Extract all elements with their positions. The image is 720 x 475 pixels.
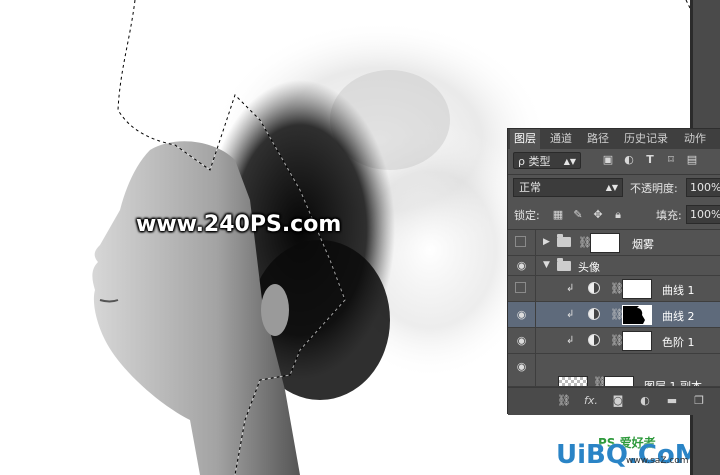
lock-pixels-icon[interactable]: ✎	[571, 208, 585, 222]
group-mask-thumbnail[interactable]	[590, 233, 620, 253]
folder-icon	[557, 258, 571, 271]
layer-name[interactable]: 色阶 1	[662, 334, 695, 350]
eye-icon[interactable]: ◉	[515, 259, 528, 272]
column-divider	[535, 302, 536, 328]
clipping-arrow-icon: ↲	[566, 309, 575, 320]
folder-icon[interactable]: ▬	[664, 393, 680, 409]
tab-history[interactable]: 历史记录	[620, 129, 672, 149]
panel-tabbar: 图层 通道 路径 历史记录 动作	[508, 129, 720, 149]
new-layer-icon[interactable]: ❐	[691, 393, 707, 409]
link-icon[interactable]: ⛓	[556, 393, 572, 409]
tab-channels[interactable]: 通道	[546, 129, 576, 149]
layer-filter-select[interactable]: ρ 类型 ▲▼	[513, 152, 581, 169]
layer-name[interactable]: 头像	[578, 259, 600, 275]
folder-icon	[557, 234, 571, 247]
column-divider	[535, 256, 536, 276]
lock-row: 锁定: ▦ ✎ ✥ 🔒︎ 填充: 100%	[508, 202, 720, 228]
column-divider	[535, 276, 536, 302]
layer-row-portrait-group[interactable]: ◉ ▼ 头像	[508, 256, 720, 276]
expand-triangle-icon[interactable]: ▶	[543, 237, 550, 247]
visibility-toggle-off[interactable]	[515, 236, 526, 247]
adjustment-layer-icon[interactable]	[588, 282, 600, 294]
tab-layers[interactable]: 图层	[510, 129, 540, 149]
mask-shape	[637, 306, 651, 324]
layer-mask-thumbnail[interactable]	[622, 331, 652, 351]
column-divider	[535, 328, 536, 354]
blend-mode-select[interactable]: 正常 ▲▼	[513, 178, 623, 197]
collapse-triangle-icon[interactable]: ▼	[543, 260, 550, 270]
layer-row-curves-1[interactable]: ↲ ⛓ 曲线 1	[508, 276, 720, 302]
eye-icon[interactable]: ◉	[515, 360, 528, 373]
layer-mask-thumbnail[interactable]	[604, 376, 634, 386]
layer-mask-thumbnail-selected[interactable]	[622, 305, 652, 325]
site-logo-subtext: www.saZ.com	[626, 456, 689, 466]
visibility-toggle-off[interactable]	[515, 282, 526, 293]
eye-icon[interactable]: ◉	[515, 334, 528, 347]
shape-filter-icon[interactable]: ⌑	[664, 153, 678, 167]
blend-row: 正常 ▲▼ 不透明度: 100%	[508, 175, 720, 201]
chevron-updown-icon: ▲▼	[605, 183, 618, 192]
layer-row-smoke-group[interactable]: ▶ ⛓ 烟雾	[508, 230, 720, 256]
lock-label: 锁定:	[514, 209, 540, 222]
watermark-text: www.240PS.com	[136, 212, 342, 237]
layer-name[interactable]: 曲线 2	[662, 308, 695, 324]
site-logo: UiBQ.CoM www.saZ.com	[556, 440, 690, 470]
layer-row-layer-1-copy[interactable]: ◉ ⛓ 图层 1 副本	[508, 354, 720, 387]
type-filter-icon[interactable]: T	[643, 153, 657, 167]
eye-icon[interactable]: ◉	[515, 308, 528, 321]
lock-all-icon[interactable]: 🔒︎	[611, 208, 625, 222]
fx-icon[interactable]: fx.	[583, 393, 599, 409]
column-divider	[535, 354, 536, 386]
clipping-arrow-icon: ↲	[566, 335, 575, 346]
adjustment-icon[interactable]: ◐	[637, 393, 653, 409]
tab-actions[interactable]: 动作	[680, 129, 710, 149]
blend-mode-value: 正常	[519, 181, 541, 194]
layer-row-curves-2[interactable]: ◉ ↲ ⛓ 曲线 2	[508, 302, 720, 328]
layer-name[interactable]: 图层 1 副本	[644, 378, 702, 386]
opacity-input[interactable]: 100%	[686, 178, 720, 197]
fill-label: 填充:	[656, 209, 682, 222]
opacity-label: 不透明度:	[630, 182, 678, 195]
mask-icon[interactable]: ◙	[610, 393, 626, 409]
smart-object-filter-icon[interactable]: ▤	[685, 153, 699, 167]
chevron-updown-icon: ▲▼	[563, 157, 576, 166]
layer-name[interactable]: 烟雾	[632, 236, 654, 252]
layer-thumbnail[interactable]	[558, 376, 588, 386]
adjustment-layer-icon[interactable]	[588, 308, 600, 320]
filter-kind-label: ρ 类型	[518, 155, 551, 168]
tab-paths[interactable]: 路径	[583, 129, 613, 149]
layers-panel: 图层 通道 路径 历史记录 动作 ρ 类型 ▲▼ ▣ ◐ T ⌑ ▤ 正常 ▲▼…	[507, 128, 720, 415]
column-divider	[535, 230, 536, 256]
layer-mask-thumbnail[interactable]	[622, 279, 652, 299]
layer-row-levels-1[interactable]: ◉ ↲ ⛓ 色阶 1	[508, 328, 720, 354]
adjustment-layer-icon[interactable]	[588, 334, 600, 346]
fill-input[interactable]: 100%	[686, 205, 720, 224]
lock-position-icon[interactable]: ✥	[591, 208, 605, 222]
clipping-arrow-icon: ↲	[566, 283, 575, 294]
lock-transparency-icon[interactable]: ▦	[551, 208, 565, 222]
layer-name[interactable]: 曲线 1	[662, 282, 695, 298]
filter-row: ρ 类型 ▲▼ ▣ ◐ T ⌑ ▤	[508, 149, 720, 173]
adjustment-filter-icon[interactable]: ◐	[622, 153, 636, 167]
image-filter-icon[interactable]: ▣	[601, 153, 615, 167]
layers-bottom-toolbar: ⛓ fx. ◙ ◐ ▬ ❐	[508, 387, 720, 415]
